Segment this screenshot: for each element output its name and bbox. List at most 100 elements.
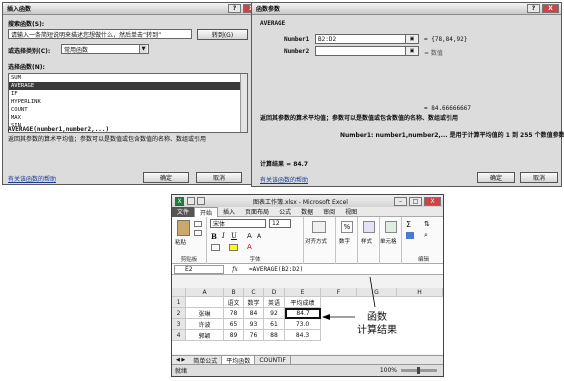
list-item[interactable]: SUM <box>9 74 247 82</box>
cell[interactable]: 许波 <box>186 319 224 330</box>
cells-icon[interactable] <box>385 221 397 233</box>
row-header[interactable]: 1 <box>172 297 186 308</box>
cell[interactable]: 数学 <box>244 297 264 308</box>
font-size-select[interactable]: 12 <box>269 219 291 228</box>
italic-icon[interactable]: I <box>222 232 225 240</box>
sheet-nav-icon[interactable]: ◀ ▶ <box>172 357 189 363</box>
collapse-dialog-icon[interactable]: ▣ <box>405 34 419 44</box>
help-link[interactable]: 有关该函数的帮助 <box>8 174 56 183</box>
fx-icon[interactable]: fx <box>224 266 246 273</box>
cell[interactable]: 76 <box>244 330 264 341</box>
active-cell[interactable]: 84.7 <box>285 308 321 319</box>
cell[interactable]: 88 <box>264 330 285 341</box>
function-list[interactable]: SUM AVERAGE IF HYPERLINK COUNT MAX SIN <box>8 73 248 133</box>
select-all-corner[interactable] <box>172 288 186 297</box>
cell[interactable]: 73.0 <box>285 319 321 330</box>
help-icon[interactable]: ? <box>228 4 241 13</box>
column-header[interactable]: D <box>264 288 285 297</box>
undo-icon[interactable] <box>197 197 205 205</box>
list-item[interactable]: IF <box>9 90 247 98</box>
cell[interactable]: 语文 <box>224 297 244 308</box>
row-header[interactable]: 2 <box>172 308 186 319</box>
column-header[interactable]: H <box>397 288 443 297</box>
tab-formulas[interactable]: 公式 <box>274 207 296 217</box>
go-button[interactable]: 转到(G) <box>197 29 248 40</box>
cell[interactable]: 平均成绩 <box>285 297 321 308</box>
column-header[interactable]: F <box>321 288 357 297</box>
close-icon[interactable]: X <box>424 196 441 206</box>
cell[interactable]: 78 <box>224 308 244 319</box>
column-header[interactable]: B <box>224 288 244 297</box>
styles-icon[interactable] <box>363 221 375 233</box>
bold-icon[interactable]: B <box>211 232 217 241</box>
help-link[interactable]: 有关该函数的帮助 <box>260 175 308 184</box>
list-item[interactable]: HYPERLINK <box>9 98 247 106</box>
row-header[interactable]: 3 <box>172 319 186 330</box>
ok-button[interactable]: 确定 <box>477 172 515 183</box>
cell[interactable]: 84 <box>244 308 264 319</box>
maximize-icon[interactable]: □ <box>409 196 422 206</box>
column-header[interactable]: C <box>244 288 264 297</box>
column-header[interactable]: E <box>285 288 321 297</box>
tab-insert[interactable]: 插入 <box>218 207 240 217</box>
collapse-dialog-icon[interactable]: ▣ <box>405 46 419 56</box>
cell[interactable]: 英语 <box>264 297 285 308</box>
tab-home[interactable]: 开始 <box>194 206 219 217</box>
underline-icon[interactable]: U <box>231 232 237 240</box>
number2-input[interactable] <box>315 46 419 56</box>
name-box[interactable]: E2 <box>174 264 224 274</box>
sort-filter-icon[interactable]: ⇅ <box>424 220 430 228</box>
cell[interactable] <box>186 297 224 308</box>
spreadsheet-grid[interactable]: A B C D E F G H 1 语文 数学 英语 平均成绩 2 张琳 78 … <box>172 288 443 354</box>
copy-icon[interactable] <box>194 230 202 236</box>
cell[interactable]: 89 <box>224 330 244 341</box>
minimize-icon[interactable]: – <box>394 196 407 206</box>
cancel-button[interactable]: 取消 <box>520 172 558 183</box>
tab-page-layout[interactable]: 页面布局 <box>240 207 274 217</box>
tab-review[interactable]: 审阅 <box>318 207 340 217</box>
font-name-select[interactable]: 宋体 <box>210 219 266 228</box>
list-item-selected[interactable]: AVERAGE <box>9 82 247 90</box>
border-icon[interactable] <box>211 244 220 251</box>
help-icon[interactable]: ? <box>527 4 540 13</box>
cut-icon[interactable] <box>194 221 202 227</box>
list-scrollbar[interactable] <box>240 74 247 132</box>
column-header[interactable]: G <box>357 288 397 297</box>
save-icon[interactable] <box>187 197 195 205</box>
category-select[interactable]: 常用函数 ▼ <box>61 44 149 54</box>
font-color-icon[interactable]: A <box>247 243 252 251</box>
list-item[interactable]: MAX <box>9 114 247 122</box>
decrease-font-icon[interactable]: A <box>257 233 261 240</box>
find-icon[interactable]: ⌕ <box>424 231 428 240</box>
tab-file[interactable]: 文件 <box>172 206 195 217</box>
tab-view[interactable]: 视图 <box>340 207 362 217</box>
zoom-slider[interactable] <box>401 367 437 374</box>
dialog-titlebar: 函数参数 ? X <box>252 3 561 15</box>
cell[interactable]: 92 <box>264 308 285 319</box>
cells-group: 单元格 <box>380 217 402 264</box>
cell[interactable]: 84.3 <box>285 330 321 341</box>
fill-color-icon[interactable] <box>229 244 238 251</box>
increase-font-icon[interactable]: A <box>247 232 252 240</box>
cell[interactable]: 61 <box>264 319 285 330</box>
cell[interactable]: 张琳 <box>186 308 224 319</box>
autosum-icon[interactable]: Σ <box>406 220 411 229</box>
paste-icon[interactable] <box>177 220 190 236</box>
align-icon[interactable] <box>312 221 326 233</box>
column-header[interactable]: A <box>186 288 224 297</box>
close-icon[interactable]: X <box>542 4 559 13</box>
list-item[interactable]: COUNT <box>9 106 247 114</box>
ok-button[interactable]: 确定 <box>143 172 189 183</box>
fill-icon[interactable] <box>406 232 414 239</box>
chevron-down-icon[interactable]: ▼ <box>139 45 147 53</box>
percent-icon[interactable]: % <box>341 221 353 233</box>
cell[interactable]: 65 <box>224 319 244 330</box>
row-header[interactable]: 4 <box>172 330 186 341</box>
number1-input[interactable]: B2:D2 <box>315 34 419 44</box>
search-input[interactable]: 请输入一条简短说明来描述您想做什么，然后单击“转到” <box>8 29 192 39</box>
cell[interactable]: 郭颖 <box>186 330 224 341</box>
formula-input[interactable]: =AVERAGE(B2:D2) <box>246 266 443 273</box>
tab-data[interactable]: 数据 <box>296 207 318 217</box>
cancel-button[interactable]: 取消 <box>196 172 242 183</box>
cell[interactable]: 93 <box>244 319 264 330</box>
